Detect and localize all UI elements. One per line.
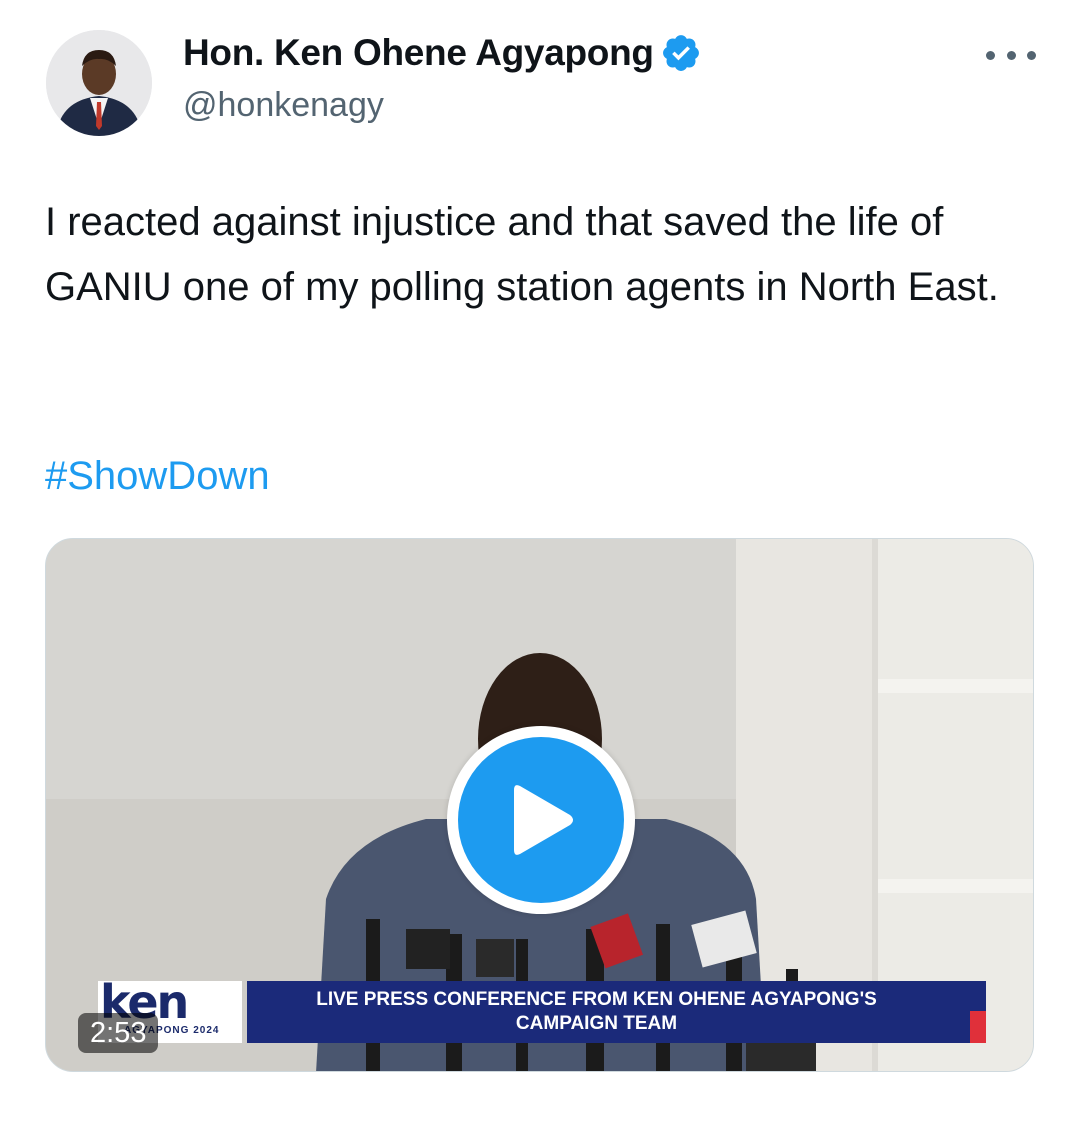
banner-line-2: CAMPAIGN TEAM	[515, 1013, 678, 1034]
author-avatar[interactable]	[46, 30, 152, 136]
more-horizontal-icon-dot	[1006, 50, 1016, 60]
author-handle[interactable]: @honkenagy	[183, 86, 384, 125]
more-horizontal-icon-dot	[1027, 50, 1036, 60]
banner-line-1: LIVE PRESS CONFERENCE FROM KEN OHENE AGY…	[316, 989, 877, 1010]
avatar-image	[46, 30, 152, 136]
hashtag-link[interactable]: #ShowDown	[45, 446, 270, 506]
more-options-button[interactable]	[986, 40, 1036, 70]
author-name[interactable]: Hon. Ken Ohene Agyapong	[183, 32, 702, 74]
tweet-text: I reacted against injustice and that sav…	[45, 200, 999, 309]
banner-caption: LIVE PRESS CONFERENCE FROM KEN OHENE AGY…	[247, 981, 986, 1043]
video-duration-badge: 2:53	[78, 1013, 159, 1053]
video-player[interactable]: ken AGYAPONG 2024 LIVE PRESS CONFERENCE …	[45, 538, 1034, 1072]
play-button[interactable]	[447, 726, 635, 914]
author-name-text: Hon. Ken Ohene Agyapong	[183, 32, 654, 73]
play-button-inner	[458, 737, 624, 903]
banner-accent	[970, 1011, 986, 1043]
verified-badge-icon	[662, 35, 699, 71]
tweet-card: Hon. Ken Ohene Agyapong @honkenagy I rea…	[0, 0, 1080, 1126]
more-horizontal-icon	[986, 50, 995, 60]
lower-third-banner: ken AGYAPONG 2024 LIVE PRESS CONFERENCE …	[98, 977, 986, 1043]
play-icon	[514, 785, 573, 855]
